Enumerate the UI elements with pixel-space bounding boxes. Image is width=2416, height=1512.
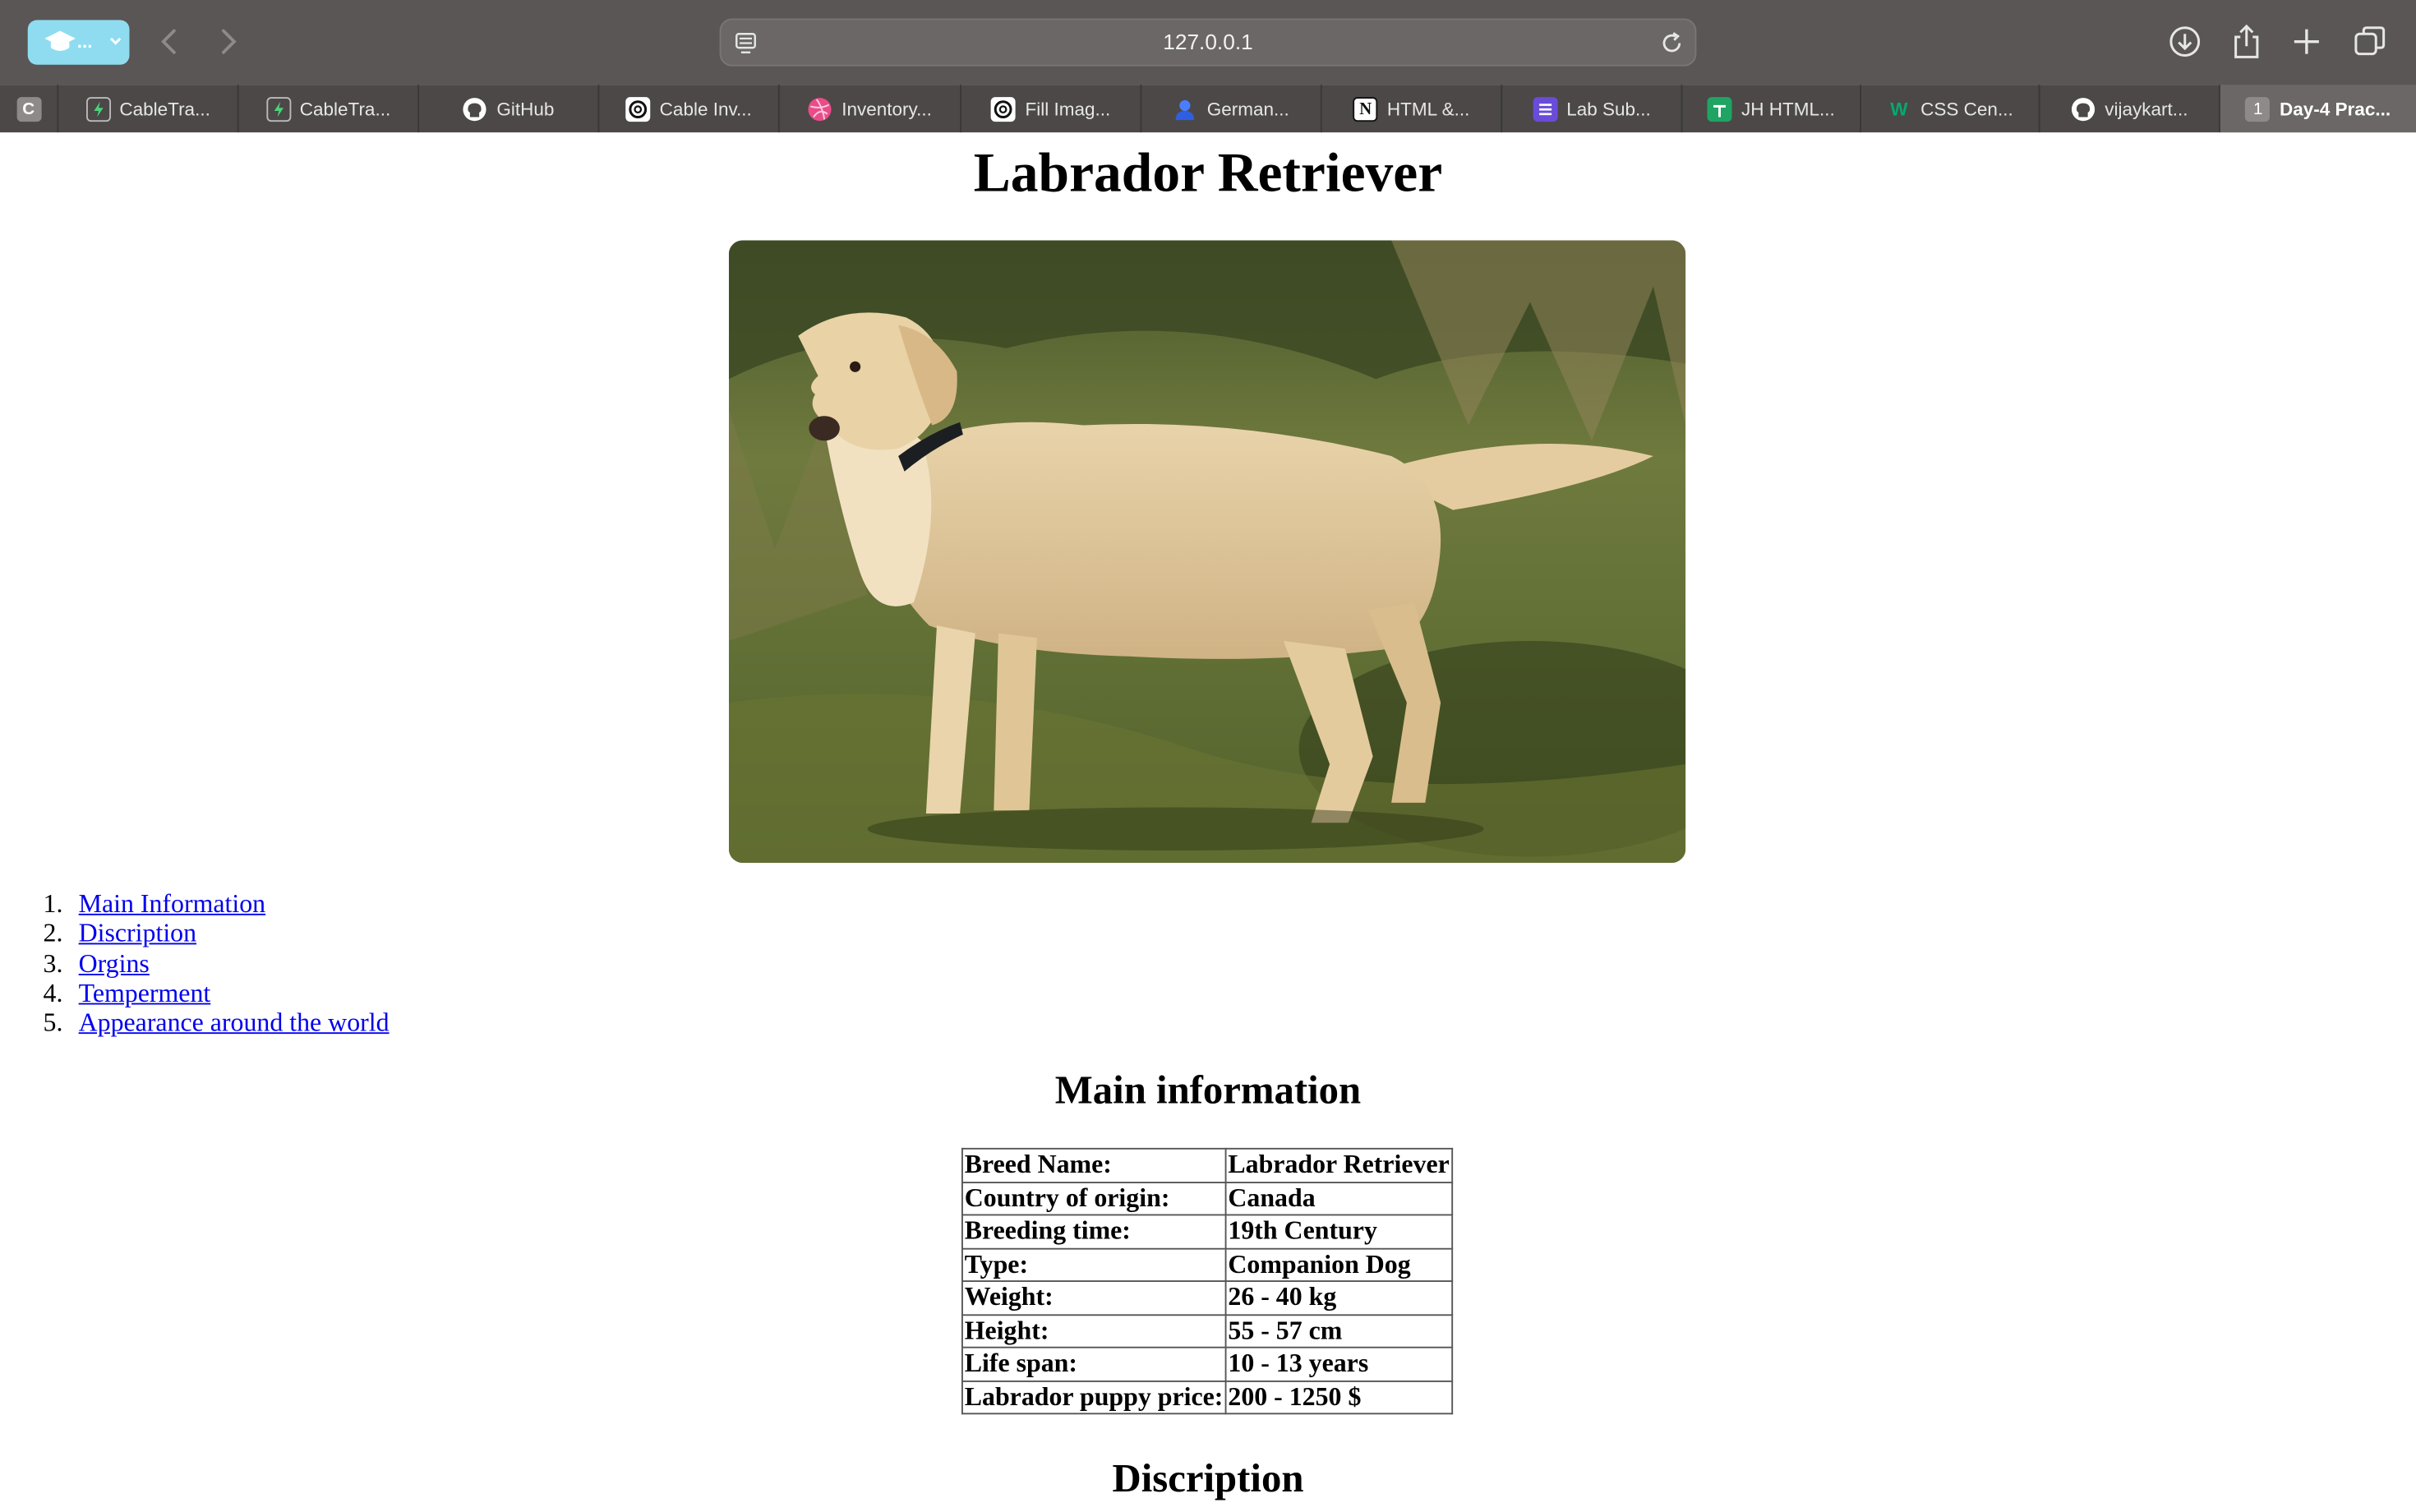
tab-html[interactable]: N HTML &... — [1322, 85, 1503, 133]
tab-css-center[interactable]: W CSS Cen... — [1861, 85, 2040, 133]
toc-item: 1. Main Information — [43, 888, 266, 919]
tab-pinned-c[interactable]: C — [0, 85, 59, 133]
tab-overview-icon[interactable] — [2351, 21, 2388, 62]
list-icon — [1532, 96, 1557, 122]
table-of-contents: 1. Main Information 2. Discription 3. Orgin… — [44, 889, 390, 1038]
openai-icon — [625, 96, 651, 122]
tab-label: GitHub — [496, 98, 555, 120]
github-icon — [2071, 96, 2096, 121]
labrador-photo — [728, 240, 1686, 863]
chevron-down-icon — [109, 37, 122, 45]
tab-bar: C CableTra... CableTra... GitHub Cable I… — [0, 85, 2416, 133]
description-heading: Discription — [1112, 1455, 1304, 1501]
tab-label: CableTra... — [299, 98, 391, 120]
dribbble-icon — [808, 96, 832, 121]
tab-label: Lab Sub... — [1566, 98, 1651, 120]
toc-link-temperment[interactable]: Temperment — [79, 978, 211, 1007]
main-information-heading: Main information — [1054, 1067, 1362, 1113]
tab-label: CableTra... — [119, 98, 210, 120]
tab-label: Fill Imag... — [1025, 98, 1111, 120]
github-icon — [463, 96, 487, 121]
notion-icon: N — [1353, 96, 1378, 122]
reload-icon[interactable] — [1658, 30, 1686, 58]
back-arrow-icon[interactable] — [154, 21, 186, 62]
bolt-icon — [85, 96, 111, 122]
table-row: Life span: 10 - 13 years — [961, 1346, 1453, 1381]
tab-cabletracker-1[interactable]: CableTra... — [58, 85, 239, 133]
sheets-icon — [1707, 96, 1732, 122]
tab-cabletracker-2[interactable]: CableTra... — [239, 85, 419, 133]
page-title: Labrador Retriever — [973, 141, 1443, 204]
browser-toolbar: ... 127.0.0.1 — [0, 0, 2416, 85]
tab-vijaykarthik[interactable]: vijaykart... — [2040, 85, 2220, 133]
tab-label: HTML &... — [1386, 98, 1470, 120]
profile-label: ... — [76, 30, 93, 53]
profile-button[interactable]: ... — [27, 20, 130, 65]
toc-item: 4. Temperment — [43, 978, 211, 1008]
table-row: Height: 55 - 57 cm — [961, 1313, 1453, 1348]
tab-label: Cable Inv... — [659, 98, 752, 120]
tab-github[interactable]: GitHub — [419, 85, 600, 133]
bolt-icon — [265, 96, 291, 122]
tab-label: CSS Cen... — [1920, 98, 2013, 120]
tab-label: Inventory... — [841, 98, 932, 120]
openai-icon — [991, 96, 1017, 122]
table-row: Breed Name: Labrador Retriever — [961, 1147, 1453, 1183]
new-tab-icon[interactable] — [2288, 21, 2325, 62]
toc-link-main-information[interactable]: Main Information — [79, 889, 266, 919]
tab-label: JH HTML... — [1741, 98, 1835, 120]
tab-german[interactable]: German... — [1141, 85, 1322, 133]
tab-cable-inventory[interactable]: Cable Inv... — [599, 85, 780, 133]
tab-inventory[interactable]: Inventory... — [780, 85, 961, 133]
table-row: Type: Companion Dog — [961, 1247, 1453, 1282]
main-information-table: Breed Name: Labrador Retriever Country of… — [961, 1147, 1453, 1415]
tab-label: Day-4 Prac... — [2280, 98, 2391, 120]
page-content: Labrador Retriever 1. Main Information 2… — [0, 132, 2416, 1512]
table-row: Country of origin: Canada — [961, 1181, 1453, 1216]
tab-label: vijaykart... — [2105, 98, 2188, 120]
toc-link-discription[interactable]: Discription — [79, 919, 196, 948]
table-row: Breeding time: 19th Century — [961, 1214, 1453, 1249]
browser-window: ... 127.0.0.1 C CableTra... CableTra... … — [0, 0, 2416, 1512]
share-icon[interactable] — [2228, 21, 2265, 62]
toc-item: 5. Appearance around the world — [43, 1007, 390, 1038]
table-row: Weight: 26 - 40 kg — [961, 1280, 1453, 1316]
w3-icon: W — [1890, 98, 1908, 120]
tab-number-badge: 1 — [2245, 96, 2271, 122]
toc-item: 3. Orgins — [43, 948, 150, 978]
graduation-cap-icon — [44, 30, 76, 51]
user-icon — [1173, 96, 1197, 121]
toc-item: 2. Discription — [43, 919, 197, 948]
labrador-illustration — [728, 240, 1686, 863]
table-row: Labrador puppy price: 200 - 1250 $ — [961, 1380, 1453, 1415]
tab-lab-submission[interactable]: Lab Sub... — [1502, 85, 1683, 133]
address-bar[interactable]: 127.0.0.1 — [719, 18, 1697, 67]
tab-label: German... — [1206, 98, 1289, 120]
download-icon[interactable] — [2166, 21, 2203, 62]
toc-link-appearance[interactable]: Appearance around the world — [79, 1008, 390, 1038]
c-badge-icon: C — [16, 96, 41, 122]
url-text: 127.0.0.1 — [1163, 29, 1253, 54]
toc-link-orgins[interactable]: Orgins — [79, 948, 150, 978]
forward-arrow-icon[interactable] — [213, 21, 244, 62]
tab-day4-practice[interactable]: 1 Day-4 Prac... — [2220, 85, 2416, 133]
tab-jh-html[interactable]: JH HTML... — [1683, 85, 1861, 133]
tab-fill-image[interactable]: Fill Imag... — [961, 85, 1142, 133]
